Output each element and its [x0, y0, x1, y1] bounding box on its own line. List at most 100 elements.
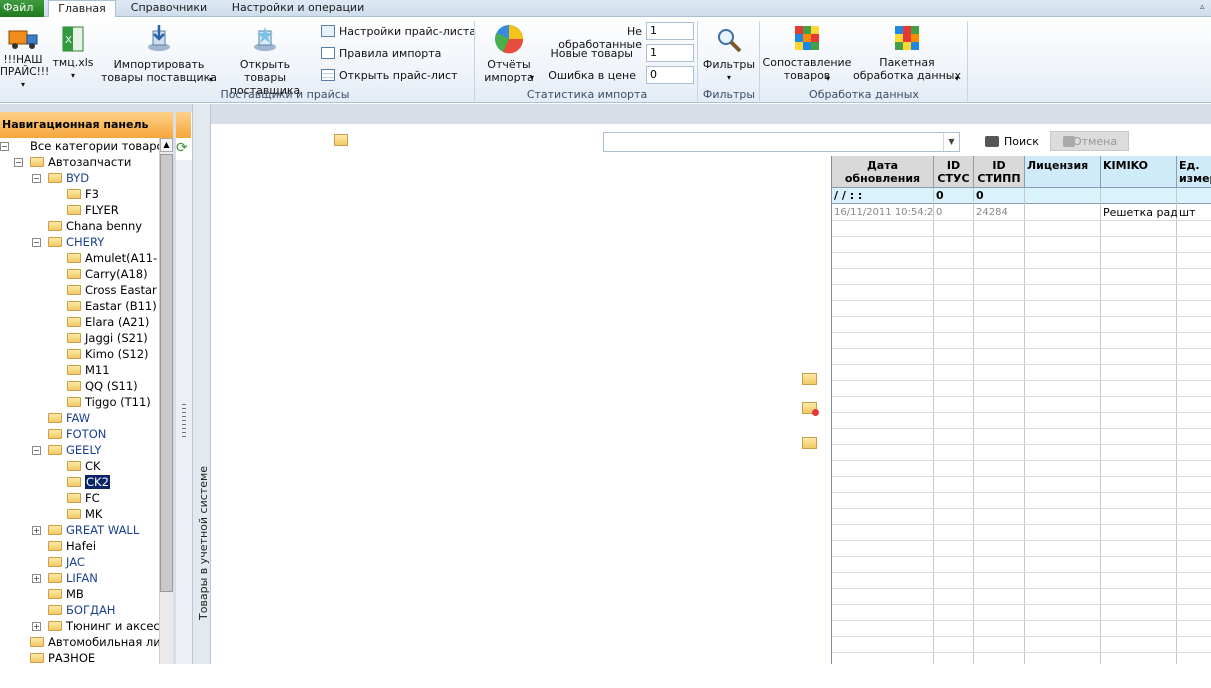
tree-item[interactable]: CHERY: [48, 234, 104, 250]
open-supplier-goods-button[interactable]: Открыть товары поставщика: [218, 23, 312, 97]
tree-item[interactable]: Eastar (B11): [67, 298, 157, 314]
import-goods-button[interactable]: Импортировать товары поставщика: [100, 23, 218, 84]
folder-icon: [67, 317, 81, 327]
tree-root-all-categories[interactable]: Все категории товаров: [30, 138, 159, 154]
tree-expand-icon[interactable]: +: [32, 574, 41, 583]
match-goods-button[interactable]: Сопоставление товаров: [762, 23, 852, 82]
row-cell-kimiko[interactable]: Решетка радиатора: [1101, 206, 1177, 220]
tree-item[interactable]: JAC: [48, 554, 85, 570]
side-panel-tab[interactable]: Товары в учетной системе: [192, 104, 211, 664]
column-header-id-stus[interactable]: ID СТУС: [934, 156, 974, 188]
tab-settings-operations[interactable]: Настройки и операции: [228, 0, 368, 17]
tree-item[interactable]: MK: [67, 506, 102, 522]
tree-item[interactable]: MB: [48, 586, 84, 602]
tab-references[interactable]: Справочники: [124, 0, 214, 17]
import-rules-label: Правила импорта: [339, 47, 442, 60]
tree-item[interactable]: BYD: [48, 170, 89, 186]
chevron-down-icon[interactable]: ▼: [943, 133, 959, 151]
scroll-up-arrow-icon[interactable]: ▲: [160, 138, 173, 152]
tree-collapse-icon[interactable]: −: [14, 158, 23, 167]
tree-item[interactable]: Hafei: [48, 538, 96, 554]
row-cell-unit[interactable]: шт: [1177, 206, 1211, 220]
scroll-thumb[interactable]: [160, 154, 173, 592]
edit-folder-icon[interactable]: [802, 373, 817, 385]
ribbon-minimize-icon[interactable]: ▵: [1200, 2, 1210, 12]
tree-item[interactable]: QQ (S11): [67, 378, 138, 394]
filter-cell-id-stipp[interactable]: 0: [974, 189, 1025, 203]
row-cell-id-stipp[interactable]: 24284: [974, 206, 1025, 220]
price-settings-button[interactable]: Настройки прайс-листа: [321, 25, 476, 39]
tree-item[interactable]: GEELY: [48, 442, 101, 458]
column-header-license[interactable]: Лицензия: [1025, 156, 1101, 188]
tree-item[interactable]: FAW: [48, 410, 90, 426]
import-rules-button[interactable]: Правила импорта: [321, 47, 441, 61]
batch-processing-button[interactable]: Пакетная обработка данных: [852, 23, 962, 82]
tree-item[interactable]: LIFAN: [48, 570, 98, 586]
tab-file[interactable]: Файл: [0, 0, 44, 17]
tree-item[interactable]: F3: [67, 186, 99, 202]
tree-item[interactable]: Тюнинг и аксес: [48, 618, 159, 634]
warning-folder-icon[interactable]: [802, 437, 817, 449]
grid-hline: [832, 316, 1211, 317]
tree-scrollbar[interactable]: ▲: [159, 138, 173, 664]
column-header-unit[interactable]: Ед. измер: [1177, 156, 1211, 188]
search-combo[interactable]: ▼: [603, 132, 960, 152]
column-header-date[interactable]: Дата обновления: [832, 156, 934, 188]
chevron-down-icon: ▾: [726, 73, 731, 82]
tree-collapse-icon[interactable]: −: [32, 446, 41, 455]
filters-button[interactable]: Фильтры ▾: [700, 25, 758, 84]
folder-icon: [48, 573, 62, 583]
tree-item[interactable]: CK: [67, 458, 101, 474]
folder-icon: [67, 269, 81, 279]
column-header-id-stipp[interactable]: ID СТИПП: [974, 156, 1025, 188]
search-button[interactable]: Поиск: [982, 132, 1042, 152]
chevron-down-icon: ▾: [826, 74, 831, 83]
goods-grid[interactable]: Дата обновления ID СТУС ID СТИПП Лицензи…: [831, 156, 1211, 664]
tree-item[interactable]: БОГДАН: [48, 602, 115, 618]
tree-collapse-icon[interactable]: −: [32, 174, 41, 183]
tree-collapse-icon[interactable]: −: [32, 238, 41, 247]
tree-item[interactable]: РАЗНОЕ: [30, 650, 95, 664]
tree-collapse-icon[interactable]: −: [0, 142, 9, 151]
tree-item[interactable]: Chana benny: [48, 218, 142, 234]
open-price-list-button[interactable]: Открыть прайс-лист: [321, 69, 457, 83]
price-list-button[interactable]: !!!НАШ ПРАЙС!!! ▾: [0, 25, 49, 91]
refresh-icon[interactable]: ⟳: [176, 140, 192, 156]
row-cell-date[interactable]: 16/11/2011 10:54:28: [832, 206, 934, 220]
open-folder-icon[interactable]: [334, 134, 348, 146]
grid-hline: [832, 460, 1211, 461]
filter-cell-id-stus[interactable]: 0: [934, 189, 974, 203]
tree-item[interactable]: M11: [67, 362, 110, 378]
tree-item[interactable]: FLYER: [67, 202, 119, 218]
grid-hline: [832, 620, 1211, 621]
tree-item[interactable]: Elara (A21): [67, 314, 149, 330]
splitter[interactable]: [176, 160, 192, 664]
tree-item-selected[interactable]: CK2: [67, 474, 111, 490]
tree-item[interactable]: FC: [67, 490, 100, 506]
tree-expand-icon[interactable]: +: [32, 526, 41, 535]
tree-item[interactable]: Cross Eastar: [67, 282, 157, 298]
tree-item[interactable]: Carry(A18): [67, 266, 148, 282]
tree-item[interactable]: Amulet(A11-: [67, 250, 157, 266]
row-cell-id-stus[interactable]: 0: [934, 206, 974, 220]
filter-cell-date[interactable]: / / : :: [832, 189, 934, 203]
category-tree[interactable]: − Все категории товаров − Автозапчасти −…: [0, 138, 159, 664]
column-header-kimiko[interactable]: KIMIKO: [1101, 156, 1177, 188]
delete-folder-icon[interactable]: [802, 402, 819, 416]
tree-item[interactable]: Автомобильная ли: [30, 634, 159, 650]
cancel-button[interactable]: Отмена: [1050, 131, 1129, 151]
tree-item[interactable]: FOTON: [48, 426, 106, 442]
tree-item[interactable]: GREAT WALL: [48, 522, 139, 538]
tmc-xls-button[interactable]: X тмц.xls ▾: [52, 25, 94, 82]
tree-item[interactable]: Kimo (S12): [67, 346, 149, 362]
tab-main[interactable]: Главная: [48, 0, 116, 18]
grid-hline: [832, 604, 1211, 605]
splitter-grip-icon[interactable]: [182, 404, 186, 438]
ribbon-tab-bar: Файл Главная Справочники Настройки и опе…: [0, 0, 1211, 18]
tree-item[interactable]: Tiggo (T11): [67, 394, 151, 410]
tree-expand-icon[interactable]: +: [32, 622, 41, 631]
tree-item[interactable]: Jaggi (S21): [67, 330, 148, 346]
tree-item[interactable]: Автозапчасти: [30, 154, 131, 170]
row-cell-license[interactable]: [1025, 206, 1101, 220]
grid-hline: [832, 252, 1211, 253]
